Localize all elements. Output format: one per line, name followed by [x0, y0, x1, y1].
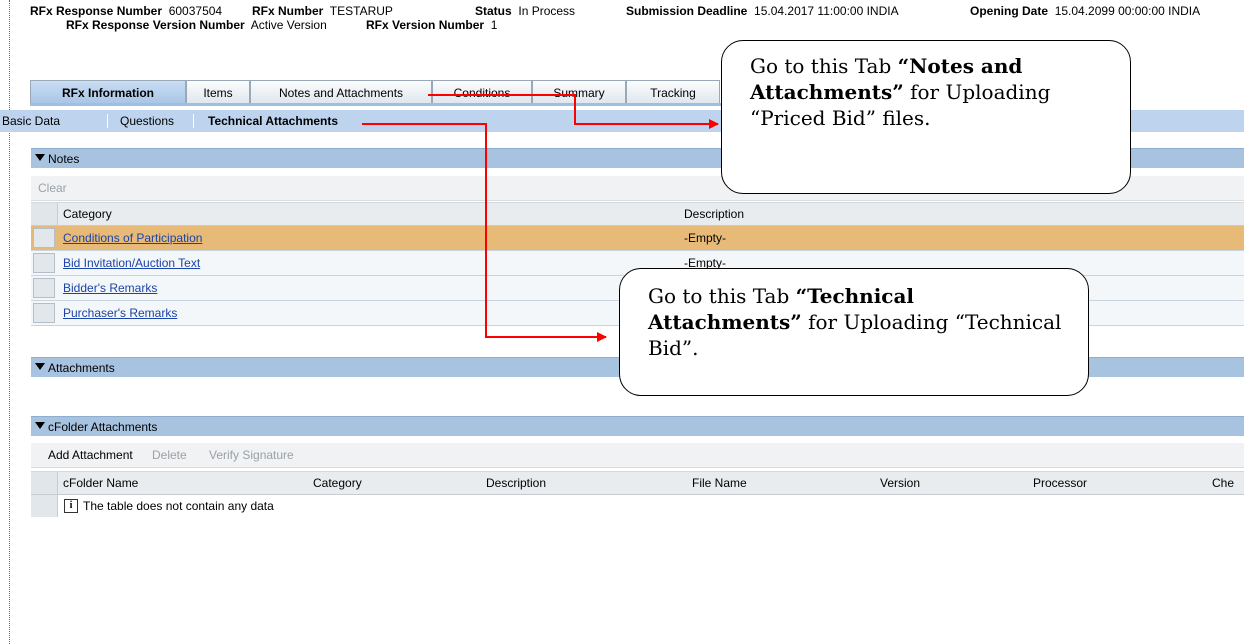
notes-tab-arrow [428, 94, 719, 129]
notes-attachments-callout: Go to this Tab “Notes and Attachments” f… [721, 40, 1131, 194]
technical-attachments-callout: Go to this Tab “Technical Attachments” f… [619, 268, 1089, 396]
callout-text: Go to this Tab [648, 284, 796, 308]
callout-text: Go to this Tab [750, 54, 898, 78]
technical-tab-arrow [362, 123, 607, 342]
